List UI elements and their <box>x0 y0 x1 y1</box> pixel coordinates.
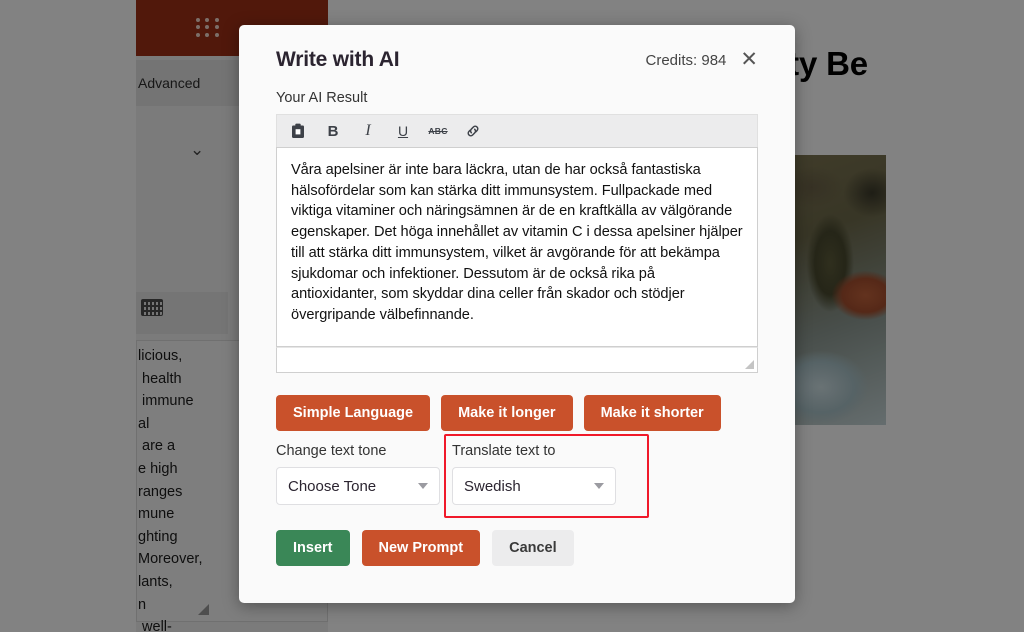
chevron-down-icon <box>418 483 428 489</box>
result-text: Våra apelsiner är inte bara läckra, utan… <box>291 162 743 323</box>
paste-icon[interactable] <box>289 121 307 141</box>
insert-button[interactable]: Insert <box>276 530 350 566</box>
simple-language-button[interactable]: Simple Language <box>276 395 431 431</box>
option-selects: Change text tone Choose Tone Translate t… <box>276 434 758 518</box>
result-textarea[interactable]: Våra apelsiner är inte bara läckra, utan… <box>276 147 758 347</box>
ai-action-buttons: Simple Language Make it longer Make it s… <box>276 395 758 431</box>
write-with-ai-dialog: Write with AI Credits: 984 ✕ Your AI Res… <box>239 25 795 603</box>
credits-counter: Credits: 984 <box>645 52 727 69</box>
tone-label: Change text tone <box>276 443 387 459</box>
dialog-footer: Insert New Prompt Cancel <box>276 530 758 566</box>
cancel-button[interactable]: Cancel <box>492 530 574 566</box>
translate-select-value: Swedish <box>464 477 521 495</box>
result-label: Your AI Result <box>276 90 368 106</box>
result-editor: B I U ABC Våra apelsiner är inte bara lä… <box>276 114 758 373</box>
underline-button[interactable]: U <box>394 121 412 141</box>
editor-footer <box>276 347 758 373</box>
translate-label: Translate text to <box>452 443 556 459</box>
bold-button[interactable]: B <box>324 121 342 141</box>
resize-grip[interactable] <box>745 360 754 369</box>
dialog-title: Write with AI <box>276 48 400 71</box>
close-icon[interactable]: ✕ <box>740 49 758 70</box>
strikethrough-button[interactable]: ABC <box>428 121 447 141</box>
new-prompt-button[interactable]: New Prompt <box>361 530 481 566</box>
link-icon[interactable] <box>464 121 482 141</box>
italic-button[interactable]: I <box>359 121 377 141</box>
chevron-down-icon <box>594 483 604 489</box>
translate-select[interactable]: Swedish <box>452 467 616 505</box>
make-it-shorter-button[interactable]: Make it shorter <box>583 395 721 431</box>
editor-toolbar: B I U ABC <box>276 114 758 147</box>
translate-select-group: Translate text to Swedish <box>452 443 616 505</box>
make-it-longer-button[interactable]: Make it longer <box>441 395 573 431</box>
dialog-header: Write with AI Credits: 984 ✕ <box>276 25 758 72</box>
tone-select-group: Change text tone Choose Tone <box>276 443 440 505</box>
tone-select-value: Choose Tone <box>288 477 377 495</box>
tone-select[interactable]: Choose Tone <box>276 467 440 505</box>
